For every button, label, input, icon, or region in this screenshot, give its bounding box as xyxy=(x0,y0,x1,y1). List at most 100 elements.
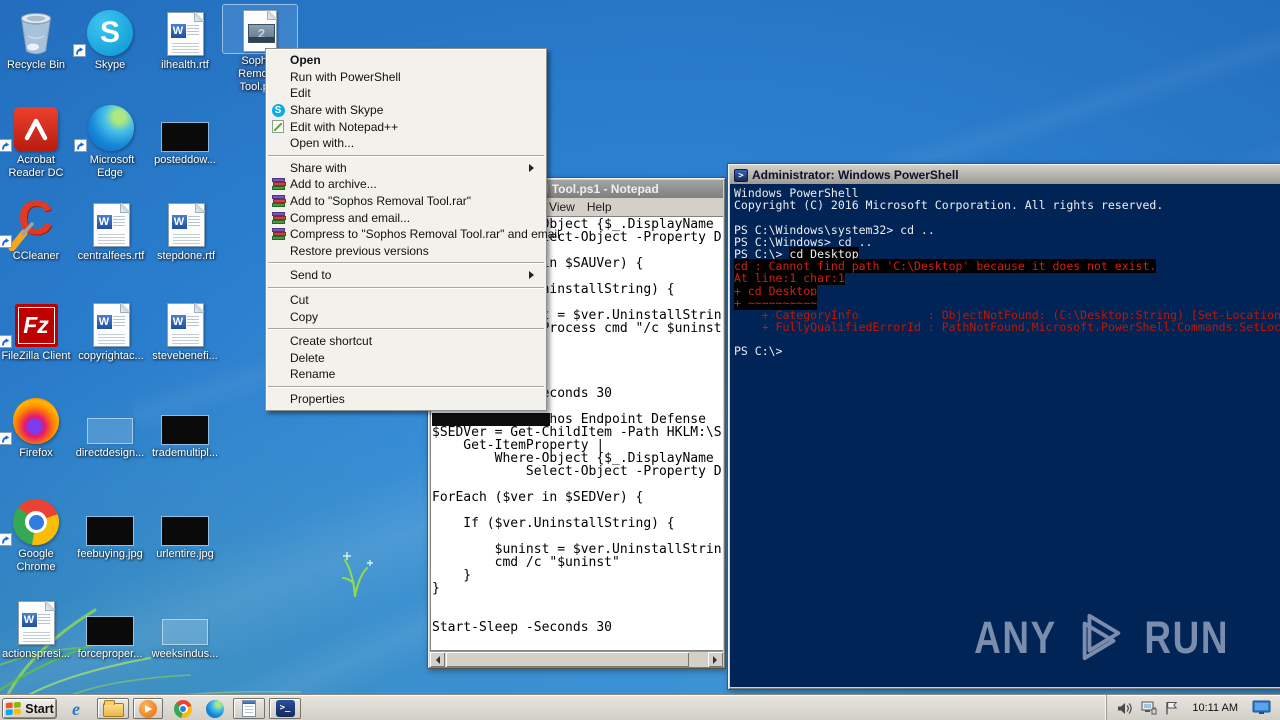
desktop-icon-microsoft-edge[interactable]: Microsoft Edge xyxy=(74,104,148,180)
desktop-icon-forceproper[interactable]: forceproper... xyxy=(73,598,147,661)
display-monitor-icon[interactable] xyxy=(1252,700,1272,716)
faintthumb-icon xyxy=(73,397,147,445)
menu-item-restore-previous-versions[interactable]: Restore previous versions xyxy=(267,243,545,260)
desktop-icon-label: weeksindus... xyxy=(151,648,219,660)
desktop-icon-google-chrome[interactable]: Google Chrome xyxy=(0,498,73,574)
menu-item-label: Share with xyxy=(290,160,347,175)
powershell-console[interactable]: Windows PowerShell Copyright (C) 2016 Mic… xyxy=(730,184,1280,687)
desktop-icon-stepdone-rtf[interactable]: Wstepdone.rtf xyxy=(149,200,223,263)
taskbar-button-notepad[interactable] xyxy=(233,698,265,719)
desktop-icon-filezilla-client[interactable]: Fz FileZilla Client xyxy=(0,300,73,363)
desktop-icon-label: actionspresi... xyxy=(2,648,70,660)
menu-item-label: Compress to "Sophos Removal Tool.rar" an… xyxy=(290,227,560,242)
winrar-icon xyxy=(271,211,286,224)
desktop-icon-posteddow[interactable]: posteddow... xyxy=(148,104,222,167)
taskbar-button-windows-media-player[interactable] xyxy=(133,698,163,719)
windows-logo-icon xyxy=(6,701,21,716)
menu-item-share-with-skype[interactable]: S Share with Skype xyxy=(267,102,545,119)
menu-item-label: Delete xyxy=(290,350,325,365)
taskbar-button-google-chrome[interactable] xyxy=(169,698,197,719)
desktop-icon-stevebenefi[interactable]: Wstevebenefi... xyxy=(148,300,222,363)
chrome-icon xyxy=(0,498,73,546)
desktop-icon-centralfees-rtf[interactable]: Wcentralfees.rtf xyxy=(74,200,148,263)
menu-item-label: Edit xyxy=(290,86,311,101)
desktop-icon-urlentire-jpg[interactable]: urlentire.jpg xyxy=(148,498,222,561)
scroll-left-button[interactable] xyxy=(430,652,445,667)
desktop-icon-label: ilhealth.rtf xyxy=(161,59,209,71)
desktop-icon-label: urlentire.jpg xyxy=(156,548,214,560)
desktop-icon-label: Recycle Bin xyxy=(6,59,66,71)
desktop-icon-label: Firefox xyxy=(19,447,53,459)
desktop-icon-acrobat-reader-dc[interactable]: Acrobat Reader DC xyxy=(0,104,73,180)
desktop-icon-copyrightac[interactable]: Wcopyrightac... xyxy=(74,300,148,363)
desktop-icon-trademultipl[interactable]: trademultipl... xyxy=(148,397,222,460)
word-icon: W xyxy=(74,200,148,248)
shortcut-arrow-icon xyxy=(0,139,12,152)
menu-item-edit-with-notepad[interactable]: Edit with Notepad++ xyxy=(267,118,545,135)
word-icon: W xyxy=(148,9,222,57)
winrar-icon xyxy=(271,195,286,208)
menu-item-compress-to-sophos-removal-tool-rar-and-email[interactable]: Compress to "Sophos Removal Tool.rar" an… xyxy=(267,226,560,243)
menu-item-edit[interactable]: Edit xyxy=(267,85,545,102)
winrar-icon xyxy=(271,228,286,241)
taskbar-button-internet-explorer[interactable]: e xyxy=(62,698,90,719)
chrome-icon xyxy=(174,699,192,718)
shortcut-arrow-icon xyxy=(73,44,86,57)
scrollbar-thumb[interactable] xyxy=(446,652,689,667)
taskbar[interactable]: Start e >_ 10:11 AM xyxy=(0,694,1280,720)
taskbar-button-powershell[interactable]: >_ xyxy=(269,698,301,719)
scroll-right-button[interactable] xyxy=(708,652,723,667)
menu-item-compress-and-email[interactable]: Compress and email... xyxy=(267,209,545,226)
menu-item-open[interactable]: Open xyxy=(267,52,545,69)
desktop-icon-skype[interactable]: S Skype xyxy=(73,9,147,72)
blackthumb-icon xyxy=(148,104,222,152)
desktop-icon-label: Microsoft Edge xyxy=(89,154,135,179)
system-tray[interactable]: 10:11 AM xyxy=(1106,695,1280,720)
action-center-flag-icon[interactable] xyxy=(1165,701,1178,715)
desktop-icon-recycle-bin[interactable]: Recycle Bin xyxy=(0,9,73,72)
edge-icon xyxy=(74,104,148,152)
internet-explorer-icon: e xyxy=(72,698,80,719)
console-line: At line:1 char:1 xyxy=(734,271,845,286)
desktop-icon-feebuying-jpg[interactable]: feebuying.jpg xyxy=(73,498,147,561)
taskbar-button-windows-explorer[interactable] xyxy=(97,698,129,719)
media-player-icon xyxy=(139,699,157,718)
word-icon: W xyxy=(149,200,223,248)
menu-item-share-with[interactable]: Share with xyxy=(267,160,545,177)
desktop-icon-ilhealth-rtf[interactable]: Wilhealth.rtf xyxy=(148,9,222,72)
menu-item-rename[interactable]: Rename xyxy=(267,366,545,383)
menu-item-send-to[interactable]: Send to xyxy=(267,267,545,284)
start-button[interactable]: Start xyxy=(2,698,57,719)
menu-item-properties[interactable]: Properties xyxy=(267,391,545,408)
volume-icon[interactable] xyxy=(1117,702,1133,715)
menu-item-label: Restore previous versions xyxy=(290,243,429,258)
powershell-window[interactable]: > Administrator: Windows PowerShell Wind… xyxy=(727,163,1280,690)
menu-item-label: Edit with Notepad++ xyxy=(290,119,399,134)
notepad-horizontal-scrollbar[interactable] xyxy=(430,651,723,667)
desktop-icon-weeksindus[interactable]: weeksindus... xyxy=(148,598,222,661)
anyrun-watermark: ANY RUN xyxy=(965,611,1238,663)
desktop-icon-directdesign[interactable]: directdesign... xyxy=(73,397,147,460)
menu-item-add-to-archive[interactable]: Add to archive... xyxy=(267,176,545,193)
powershell-titlebar[interactable]: > Administrator: Windows PowerShell xyxy=(730,166,1280,184)
notepad-menu-view[interactable]: View xyxy=(549,200,575,214)
menu-item-open-with[interactable]: Open with... xyxy=(267,135,545,152)
menu-item-copy[interactable]: Copy xyxy=(267,308,545,325)
network-icon[interactable] xyxy=(1140,701,1157,716)
notepad-menu-help[interactable]: Help xyxy=(587,200,612,214)
menu-item-run-with-powershell[interactable]: Run with PowerShell xyxy=(267,69,545,86)
desktop-icon-ccleaner[interactable]: C CCleaner xyxy=(0,195,73,263)
word-icon: W xyxy=(148,300,222,348)
notepad-plus-plus-icon xyxy=(272,120,284,134)
menu-item-cut[interactable]: Cut xyxy=(267,292,545,309)
desktop-icon-actionspresi[interactable]: Wactionspresi... xyxy=(0,598,73,661)
menu-item-add-to-sophos-removal-tool-rar[interactable]: Add to "Sophos Removal Tool.rar" xyxy=(267,193,545,210)
desktop-icon-firefox[interactable]: Firefox xyxy=(0,397,73,460)
menu-item-create-shortcut[interactable]: Create shortcut xyxy=(267,333,545,350)
blackthumb-icon xyxy=(148,498,222,546)
menu-item-delete[interactable]: Delete xyxy=(267,350,545,367)
clock[interactable]: 10:11 AM xyxy=(1186,702,1244,714)
powershell-icon: > xyxy=(734,168,748,182)
shortcut-arrow-icon xyxy=(0,533,12,546)
taskbar-button-microsoft-edge[interactable] xyxy=(201,698,229,719)
